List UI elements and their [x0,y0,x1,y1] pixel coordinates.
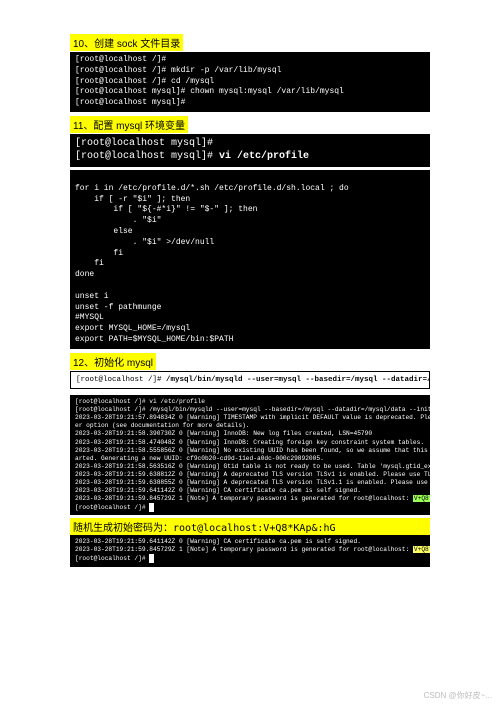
cmd-text: vi /etc/profile [219,151,309,162]
log-line: 2023-03-28T19:21:59.845729Z 1 [Note] A t… [75,546,413,553]
note-text: 随机生成初始密码为： [73,523,173,534]
log-line: 2023-03-28T19:21:59.641142Z 0 [Warning] … [75,538,361,545]
prompt: [root@localhost /]# [75,66,171,75]
log-line: arted. Generating a new UUID: cf9c0b20-c… [75,455,324,462]
cmd-text: /mysql/bin/mysqld --user=mysql --basedir… [166,376,430,384]
log-line: 2023-03-28T19:21:59.638855Z 0 [Warning] … [75,479,430,486]
section-11-heading: 11、配置 mysql 环境变量 [70,116,188,133]
terminal-block-12-log2: 2023-03-28T19:21:59.641142Z 0 [Warning] … [70,535,430,566]
password-note: 随机生成初始密码为：root@localhost:V+Q8*KAp&:hG [70,518,430,535]
terminal-block-11a: [root@localhost mysql]# [root@localhost … [70,134,430,167]
log-line: er option (see documentation for more de… [75,422,250,429]
terminal-block-11b: for i in /etc/profile.d/*.sh /etc/profil… [70,170,430,349]
log-line: 2023-03-28T19:21:59.638812Z 0 [Warning] … [75,471,430,478]
terminal-block-12-log: [root@localhost /]# vi /etc/profile [roo… [70,395,430,515]
log-line: [root@localhost /]# vi /etc/profile [75,398,205,405]
prompt: [root@localhost mysql]# [75,151,219,162]
cursor-icon [149,554,154,563]
cmd-text: cd /mysql [171,77,214,86]
cursor-icon [149,503,154,512]
terminal-block-10: [root@localhost /]# [root@localhost /]# … [70,52,430,112]
log-line: [root@localhost /]# /mysql/bin/mysqld --… [75,406,430,413]
log-line: 2023-03-28T19:21:58.563516Z 0 [Warning] … [75,463,430,470]
password-highlight: V+Q8*KAp&:hG [413,495,430,502]
log-line: 2023-03-28T19:21:58.474048Z 0 [Warning] … [75,439,424,446]
cmd-text: mkdir -p /var/lib/mysql [171,66,281,75]
section-10-heading: 10、创建 sock 文件目录 [70,34,183,51]
note-password: root@localhost:V+Q8*KAp&:hG [173,523,336,534]
password-highlight: V+Q8*KAp&:hG [413,546,430,553]
section-12-heading: 12、初始化 mysql [70,353,156,370]
prompt: [root@localhost /]# [75,55,171,64]
prompt: [root@localhost /]# [76,376,166,384]
log-line: 2023-03-28T19:21:57.894834Z 0 [Warning] … [75,414,430,421]
log-line: 2023-03-28T19:21:58.555856Z 0 [Warning] … [75,447,430,454]
prompt: [root@localhost mysql]# [75,87,190,96]
prompt: [root@localhost mysql]# [75,138,219,149]
cmd-text: chown mysql:mysql /var/lib/mysql [190,87,344,96]
log-line: 2023-03-28T19:21:59.845729Z 1 [Note] A t… [75,495,413,502]
prompt: [root@localhost /]# [75,556,149,563]
terminal-block-12-cmd: [root@localhost /]# /mysql/bin/mysqld --… [70,371,430,390]
log-line: 2023-03-28T19:21:58.390730Z 0 [Warning] … [75,430,372,437]
prompt: [root@localhost /]# [75,504,149,511]
watermark: CSDN @你好皮~... [424,690,492,701]
log-line: 2023-03-28T19:21:59.641142Z 0 [Warning] … [75,487,361,494]
prompt: [root@localhost mysql]# [75,98,185,107]
prompt: [root@localhost /]# [75,77,171,86]
